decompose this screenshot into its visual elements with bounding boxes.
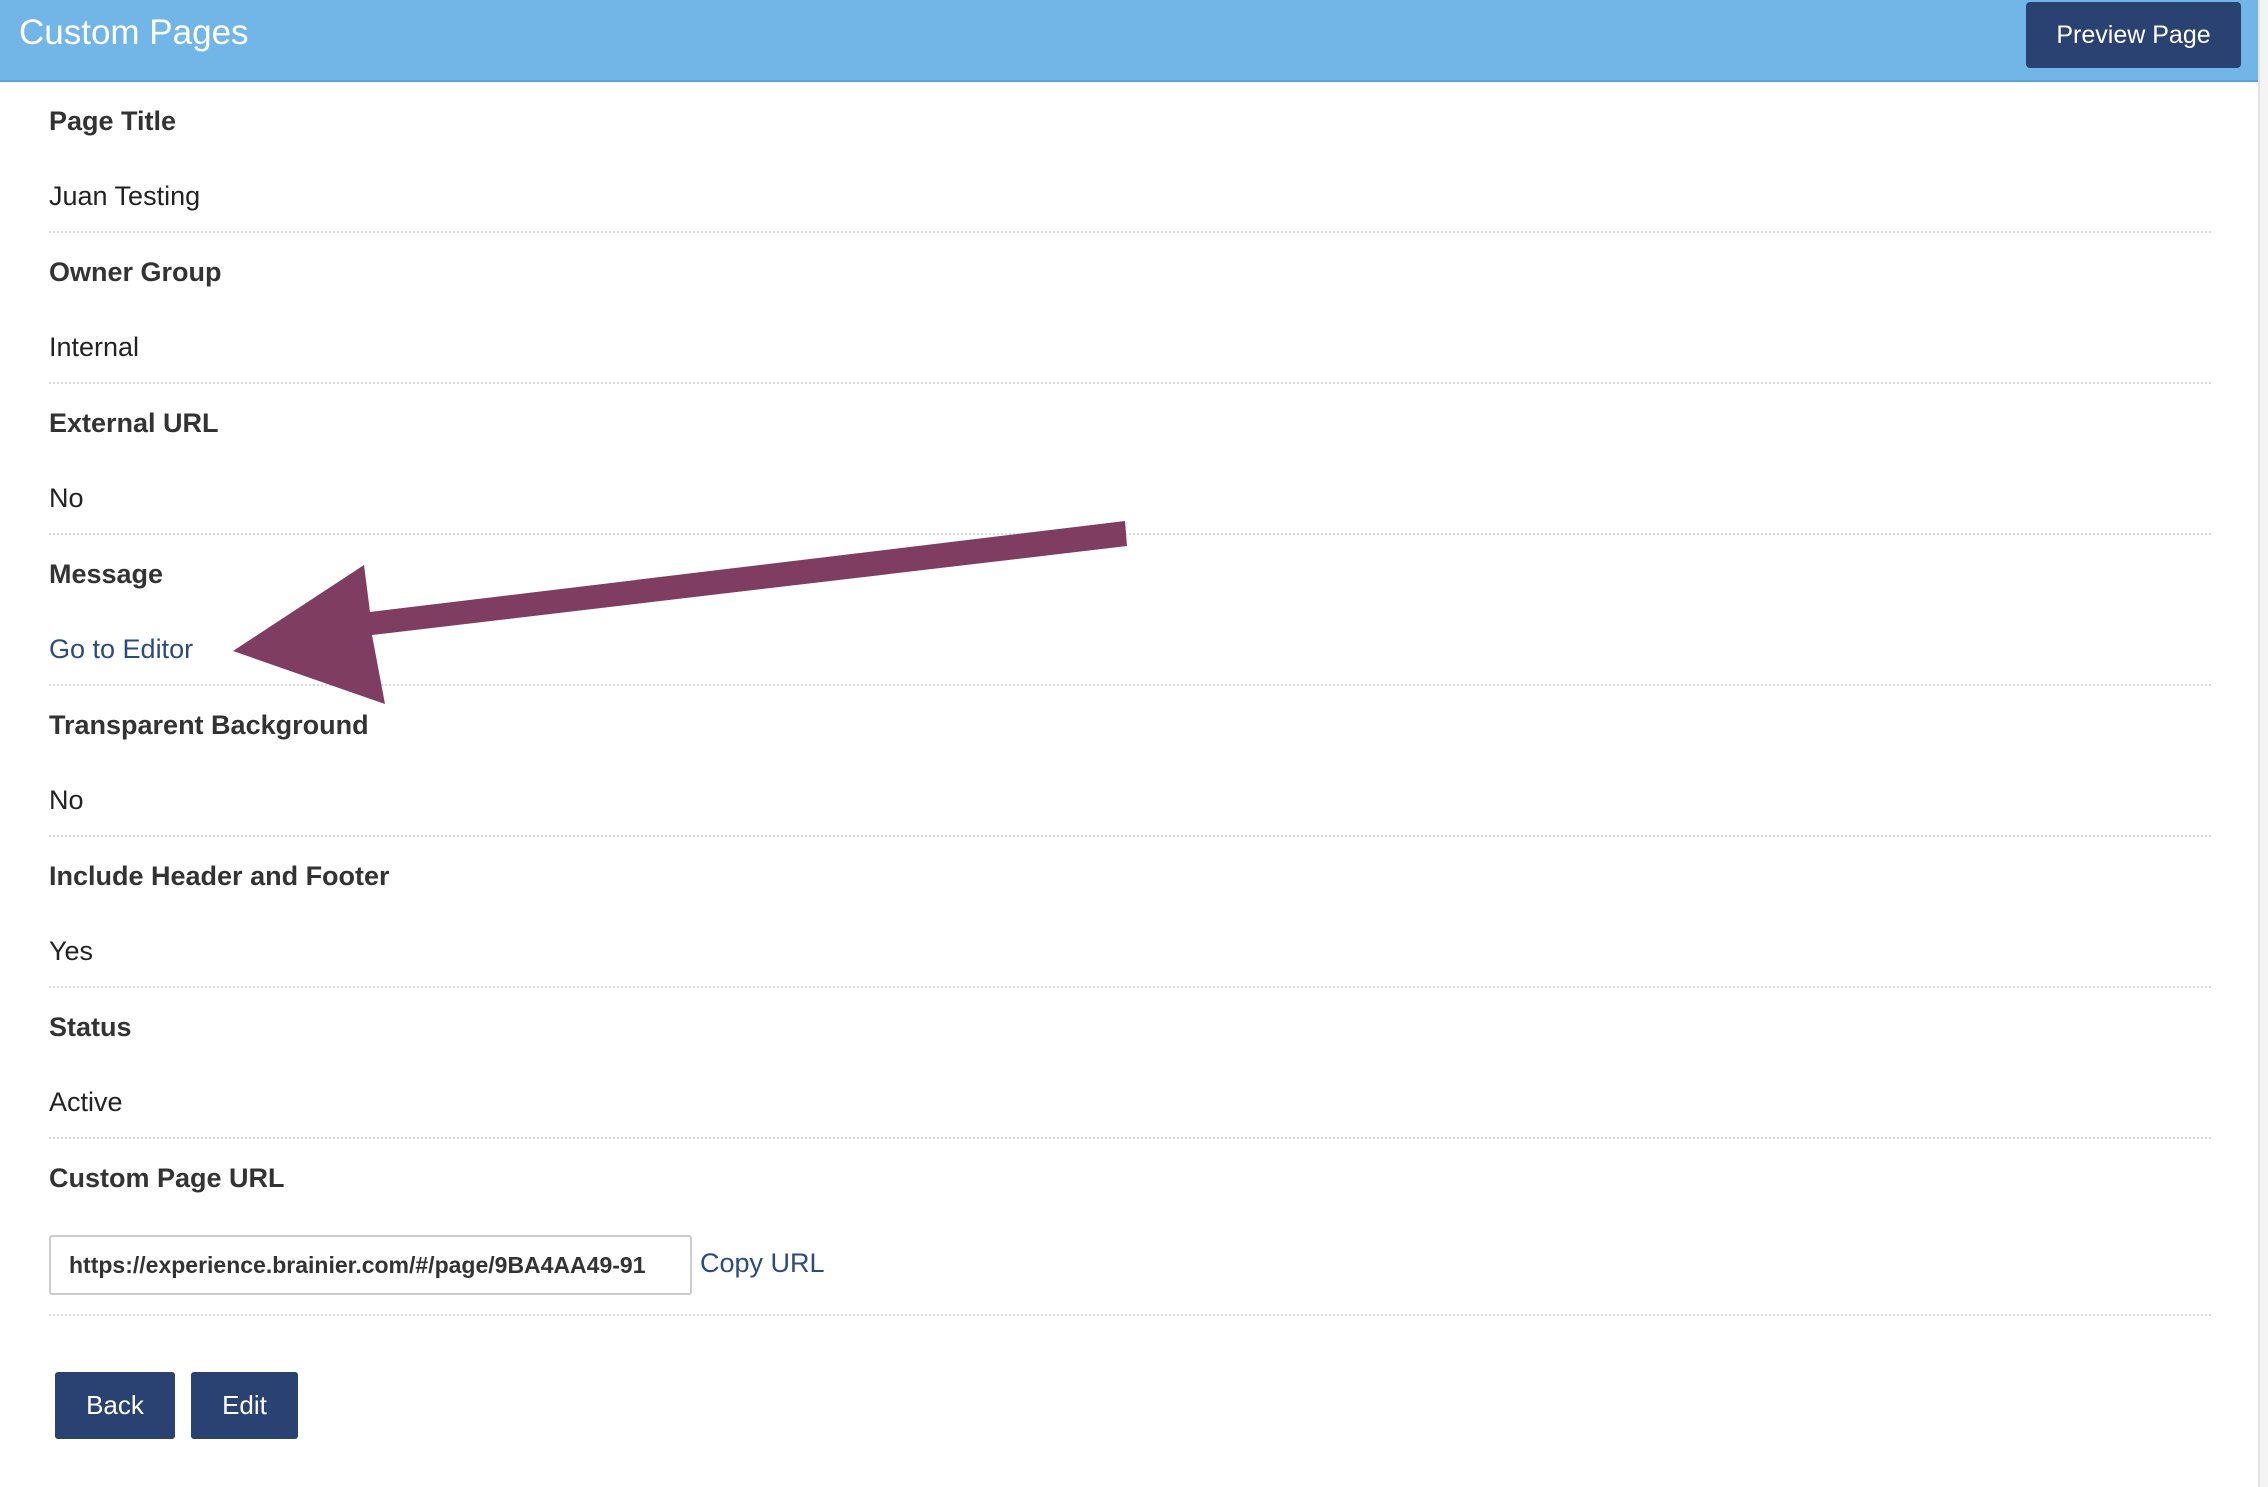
field-custom-page-url: Custom Page URL Copy URL	[49, 1139, 2211, 1316]
go-to-editor-link[interactable]: Go to Editor	[49, 633, 193, 665]
field-label: Custom Page URL	[49, 1163, 285, 1193]
field-label: Owner Group	[49, 257, 222, 287]
custom-page-url-input[interactable]	[49, 1235, 692, 1295]
field-transparent-background: Transparent Background No	[49, 686, 2211, 837]
field-value: Yes	[49, 936, 94, 966]
field-status: Status Active	[49, 988, 2211, 1139]
page-header: Custom Pages Preview Page	[0, 0, 2258, 82]
edit-button[interactable]: Edit	[191, 1372, 298, 1439]
field-value: No	[49, 785, 84, 815]
field-value: Active	[49, 1087, 123, 1117]
field-value: Juan Testing	[49, 181, 201, 211]
field-label: Status	[49, 1012, 132, 1042]
field-label: Include Header and Footer	[49, 861, 390, 891]
field-include-header-footer: Include Header and Footer Yes	[49, 837, 2211, 988]
field-page-title: Page Title Juan Testing	[49, 82, 2211, 233]
field-message: Message Go to Editor	[49, 535, 2211, 686]
field-label: Page Title	[49, 106, 177, 136]
page-title: Custom Pages	[19, 13, 249, 52]
field-value: Internal	[49, 332, 140, 362]
field-owner-group: Owner Group Internal	[49, 233, 2211, 384]
field-label: Message	[49, 559, 164, 589]
copy-url-link[interactable]: Copy URL	[700, 1247, 825, 1279]
preview-page-button[interactable]: Preview Page	[2026, 2, 2241, 68]
field-label: External URL	[49, 408, 219, 438]
back-button[interactable]: Back	[55, 1372, 175, 1439]
right-edge-scrollbar	[2258, 0, 2268, 1487]
field-external-url: External URL No	[49, 384, 2211, 535]
field-value: No	[49, 483, 84, 513]
field-label: Transparent Background	[49, 710, 369, 740]
